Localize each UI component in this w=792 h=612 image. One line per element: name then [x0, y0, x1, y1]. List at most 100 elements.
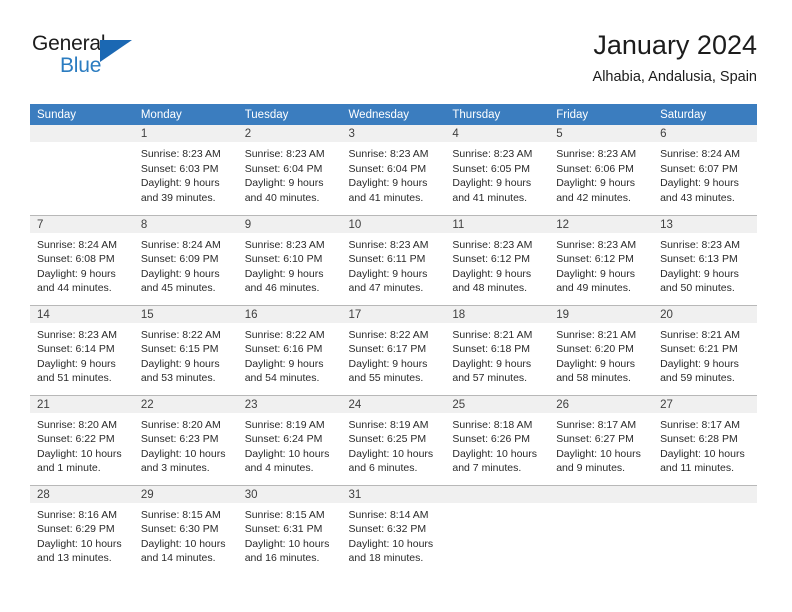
- calendar-day-cell[interactable]: 31 Sunrise: 8:14 AM Sunset: 6:32 PM Dayligh…: [341, 485, 446, 575]
- calendar-day-cell[interactable]: 14 Sunrise: 8:23 AM Sunset: 6:14 PM Dayligh…: [30, 305, 134, 396]
- day-detail-line: and 59 minutes.: [660, 372, 735, 385]
- day-detail-line: Sunrise: 8:23 AM: [556, 148, 637, 160]
- day-detail-line: and 11 minutes.: [660, 462, 734, 475]
- calendar-day-cell[interactable]: 11 Sunrise: 8:23 AM Sunset: 6:12 PM Dayligh…: [445, 215, 550, 306]
- day-number: 6: [653, 125, 757, 142]
- weekday-header-sunday: Sunday: [30, 104, 134, 125]
- calendar-week-row: 7 Sunrise: 8:24 AM Sunset: 6:08 PM Daylight…: [30, 215, 757, 306]
- calendar-day-cell-empty: [445, 485, 550, 575]
- day-details: Sunrise: 8:22 AM Sunset: 6:17 PM Daylight:…: [342, 323, 446, 386]
- day-number: 27: [653, 395, 757, 413]
- calendar-day-cell[interactable]: 21 Sunrise: 8:20 AM Sunset: 6:22 PM Dayligh…: [30, 395, 134, 486]
- day-number: 29: [133, 485, 238, 503]
- day-detail-line: and 9 minutes.: [556, 462, 626, 475]
- day-detail-line: Sunset: 6:13 PM: [660, 253, 738, 266]
- day-details: Sunrise: 8:23 AM Sunset: 6:04 PM Daylight:…: [238, 142, 342, 205]
- day-number: 15: [133, 305, 238, 323]
- day-detail-line: Daylight: 9 hours: [140, 357, 220, 370]
- day-number: 3: [341, 125, 446, 142]
- calendar-day-cell[interactable]: 4 Sunrise: 8:23 AM Sunset: 6:05 PM Daylight…: [445, 125, 550, 216]
- day-detail-line: Daylight: 9 hours: [556, 357, 636, 370]
- weekday-header-saturday: Saturday: [653, 104, 757, 125]
- day-detail-line: Sunrise: 8:20 AM: [37, 418, 117, 431]
- day-detail-line: Sunrise: 8:24 AM: [660, 148, 741, 160]
- day-detail-line: Sunrise: 8:20 AM: [140, 418, 221, 431]
- day-detail-line: Sunrise: 8:23 AM: [37, 328, 117, 341]
- calendar-day-cell[interactable]: 10 Sunrise: 8:23 AM Sunset: 6:11 PM Dayligh…: [341, 215, 446, 306]
- calendar-day-cell[interactable]: 8 Sunrise: 8:24 AM Sunset: 6:09 PM Daylight…: [133, 215, 238, 306]
- calendar-day-cell[interactable]: 1 Sunrise: 8:23 AM Sunset: 6:03 PM Daylight…: [133, 125, 238, 216]
- calendar-day-cell[interactable]: 12 Sunrise: 8:23 AM Sunset: 6:12 PM Dayligh…: [549, 215, 654, 306]
- calendar-day-cell[interactable]: 20 Sunrise: 8:21 AM Sunset: 6:21 PM Dayligh…: [653, 305, 757, 396]
- day-details: Sunrise: 8:14 AM Sunset: 6:32 PM Daylight:…: [342, 503, 446, 566]
- weekday-header-thursday: Thursday: [445, 104, 550, 125]
- day-detail-line: Daylight: 9 hours: [556, 267, 636, 280]
- day-detail-line: Sunrise: 8:17 AM: [660, 418, 741, 431]
- day-number: 19: [549, 305, 654, 323]
- day-detail-line: and 50 minutes.: [660, 282, 735, 295]
- calendar-day-cell[interactable]: 3 Sunrise: 8:23 AM Sunset: 6:04 PM Daylight…: [341, 125, 446, 216]
- day-detail-line: and 7 minutes.: [452, 462, 522, 475]
- day-detail-line: Sunset: 6:09 PM: [140, 253, 219, 266]
- day-detail-line: Sunrise: 8:23 AM: [556, 238, 637, 251]
- day-detail-line: Sunrise: 8:23 AM: [660, 238, 741, 251]
- day-detail-line: Daylight: 10 hours: [37, 447, 122, 460]
- day-detail-line: and 18 minutes.: [348, 552, 424, 565]
- day-detail-line: Sunset: 6:27 PM: [556, 433, 634, 446]
- day-detail-line: Sunrise: 8:23 AM: [452, 238, 533, 251]
- calendar-day-cell[interactable]: 17 Sunrise: 8:22 AM Sunset: 6:17 PM Dayligh…: [341, 305, 446, 396]
- day-detail-line: Sunrise: 8:22 AM: [244, 328, 325, 341]
- calendar-day-cell[interactable]: 7 Sunrise: 8:24 AM Sunset: 6:08 PM Daylight…: [30, 215, 134, 306]
- calendar-day-cell[interactable]: 29 Sunrise: 8:15 AM Sunset: 6:30 PM Dayligh…: [133, 485, 238, 575]
- day-detail-line: Daylight: 10 hours: [556, 447, 641, 460]
- day-detail-line: and 51 minutes.: [37, 372, 112, 385]
- calendar-day-cell[interactable]: 15 Sunrise: 8:22 AM Sunset: 6:15 PM Dayligh…: [133, 305, 238, 396]
- day-detail-line: Sunrise: 8:19 AM: [348, 418, 429, 431]
- day-detail-line: Sunrise: 8:18 AM: [452, 418, 533, 431]
- calendar-day-cell[interactable]: 2 Sunrise: 8:23 AM Sunset: 6:04 PM Daylight…: [237, 125, 342, 216]
- calendar-week-row: 21 Sunrise: 8:20 AM Sunset: 6:22 PM Dayligh…: [30, 395, 757, 486]
- day-detail-line: Sunset: 6:12 PM: [556, 253, 634, 266]
- day-detail-line: Sunrise: 8:16 AM: [37, 508, 117, 521]
- weekday-header-friday: Friday: [549, 104, 654, 125]
- day-detail-line: Daylight: 10 hours: [348, 537, 434, 550]
- calendar-day-cell[interactable]: 27 Sunrise: 8:17 AM Sunset: 6:28 PM Dayligh…: [653, 395, 757, 486]
- general-blue-logo[interactable]: General Blue: [30, 30, 160, 88]
- day-details: Sunrise: 8:21 AM Sunset: 6:18 PM Daylight:…: [445, 323, 549, 386]
- day-details: Sunrise: 8:24 AM Sunset: 6:08 PM Daylight:…: [30, 233, 134, 296]
- day-detail-line: Daylight: 10 hours: [140, 537, 226, 550]
- day-number: 21: [30, 395, 134, 413]
- calendar-day-cell[interactable]: 9 Sunrise: 8:23 AM Sunset: 6:10 PM Daylight…: [237, 215, 342, 306]
- day-details: Sunrise: 8:18 AM Sunset: 6:26 PM Daylight:…: [445, 413, 549, 476]
- calendar-day-cell[interactable]: 22 Sunrise: 8:20 AM Sunset: 6:23 PM Dayligh…: [133, 395, 238, 486]
- calendar-day-cell[interactable]: 26 Sunrise: 8:17 AM Sunset: 6:27 PM Dayligh…: [549, 395, 654, 486]
- day-number: 14: [30, 305, 134, 323]
- day-detail-line: Sunset: 6:32 PM: [348, 523, 427, 536]
- calendar-day-cell[interactable]: 30 Sunrise: 8:15 AM Sunset: 6:31 PM Dayligh…: [237, 485, 342, 575]
- calendar-day-cell[interactable]: 28 Sunrise: 8:16 AM Sunset: 6:29 PM Dayligh…: [30, 485, 134, 575]
- calendar-day-cell-empty: [549, 485, 654, 575]
- calendar-day-cell[interactable]: 13 Sunrise: 8:23 AM Sunset: 6:13 PM Dayligh…: [653, 215, 757, 306]
- day-detail-line: Sunrise: 8:22 AM: [140, 328, 221, 341]
- day-number: 1: [133, 125, 238, 142]
- day-number: 12: [549, 215, 654, 233]
- day-number: 7: [30, 215, 134, 233]
- day-detail-line: Sunset: 6:30 PM: [140, 523, 219, 536]
- calendar-day-cell[interactable]: 6 Sunrise: 8:24 AM Sunset: 6:07 PM Daylight…: [653, 125, 757, 216]
- day-number: 10: [341, 215, 446, 233]
- day-detail-line: Sunset: 6:17 PM: [348, 343, 427, 356]
- day-detail-line: Sunset: 6:28 PM: [660, 433, 738, 446]
- calendar-day-cell[interactable]: 23 Sunrise: 8:19 AM Sunset: 6:24 PM Dayligh…: [237, 395, 342, 486]
- calendar-page: General Blue January 2024 Alhabia, Andal…: [0, 0, 792, 612]
- day-detail-line: Sunrise: 8:17 AM: [556, 418, 637, 431]
- day-details: Sunrise: 8:20 AM Sunset: 6:22 PM Daylight:…: [30, 413, 134, 476]
- calendar-day-cell[interactable]: 19 Sunrise: 8:21 AM Sunset: 6:20 PM Dayligh…: [549, 305, 654, 396]
- calendar-day-cell[interactable]: 18 Sunrise: 8:21 AM Sunset: 6:18 PM Dayligh…: [445, 305, 550, 396]
- day-detail-line: Daylight: 9 hours: [244, 357, 324, 370]
- calendar-day-cell[interactable]: 5 Sunrise: 8:23 AM Sunset: 6:06 PM Daylight…: [549, 125, 654, 216]
- day-number: 25: [445, 395, 550, 413]
- calendar-day-cell[interactable]: 24 Sunrise: 8:19 AM Sunset: 6:25 PM Dayligh…: [341, 395, 446, 486]
- calendar-day-cell[interactable]: 25 Sunrise: 8:18 AM Sunset: 6:26 PM Dayligh…: [445, 395, 550, 486]
- calendar-day-cell[interactable]: 16 Sunrise: 8:22 AM Sunset: 6:16 PM Dayligh…: [237, 305, 342, 396]
- calendar-day-cell-empty: [30, 125, 134, 216]
